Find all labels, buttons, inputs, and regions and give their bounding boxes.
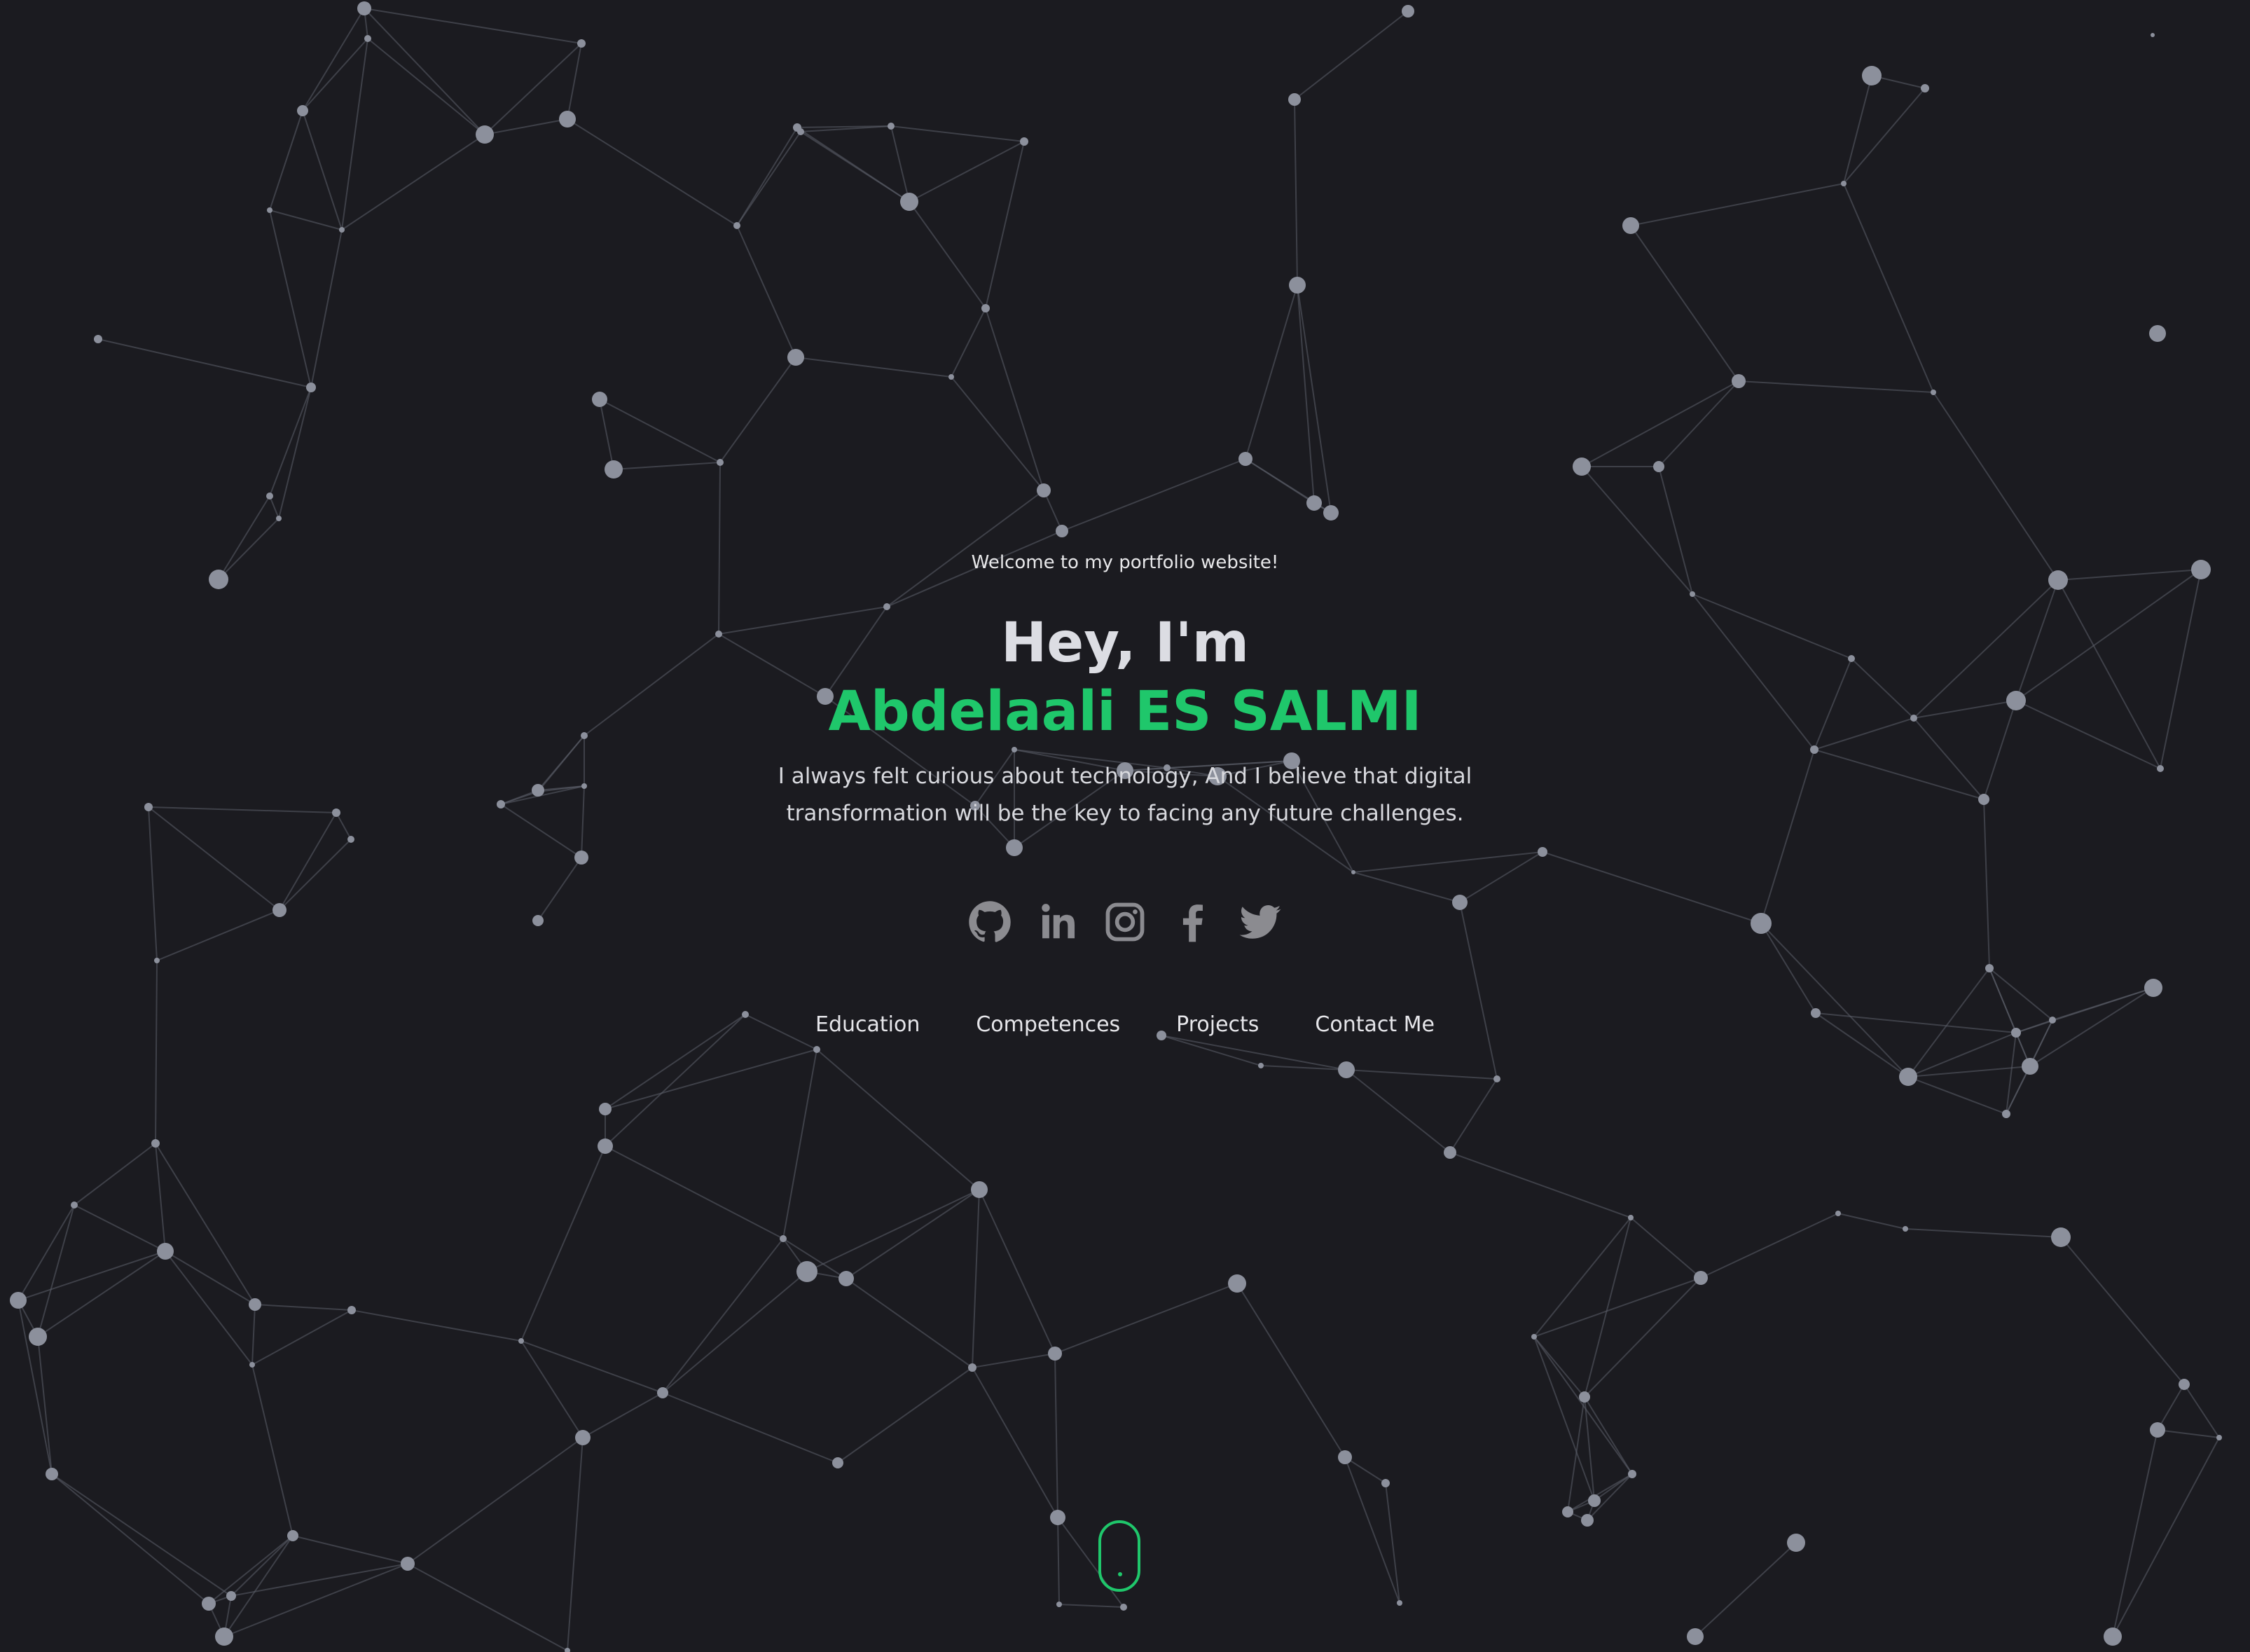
instagram-link[interactable] (1102, 900, 1148, 947)
github-icon (968, 900, 1012, 947)
bio-text: I always felt curious about technology, … (778, 764, 1472, 826)
twitter-icon (1238, 900, 1282, 947)
name-heading: Abdelaali ES SALMI (828, 680, 1422, 743)
nav-competences[interactable]: Competences (959, 1010, 1137, 1040)
facebook-icon (1171, 900, 1215, 947)
twitter-link[interactable] (1237, 900, 1283, 947)
linkedin-icon (1036, 900, 1079, 947)
social-links (967, 900, 1283, 947)
github-link[interactable] (967, 900, 1013, 947)
nav-education[interactable]: Education (799, 1010, 937, 1040)
nav-projects[interactable]: Projects (1159, 1010, 1276, 1040)
nav-contact-me[interactable]: Contact Me (1298, 1010, 1451, 1040)
greeting-heading: Hey, I'm (1001, 612, 1249, 675)
section-nav: Education Competences Projects Contact M… (799, 1007, 1451, 1042)
hero-section: Welcome to my portfolio website! Hey, I'… (0, 0, 2250, 1652)
linkedin-link[interactable] (1035, 900, 1081, 947)
mouse-scroll-icon (1118, 1572, 1122, 1576)
page-background: Welcome to my portfolio website! Hey, I'… (0, 0, 2250, 1652)
welcome-text: Welcome to my portfolio website! (971, 552, 1279, 573)
scroll-down-indicator[interactable] (1098, 1520, 1140, 1592)
facebook-link[interactable] (1170, 900, 1216, 947)
instagram-icon (1103, 900, 1147, 947)
